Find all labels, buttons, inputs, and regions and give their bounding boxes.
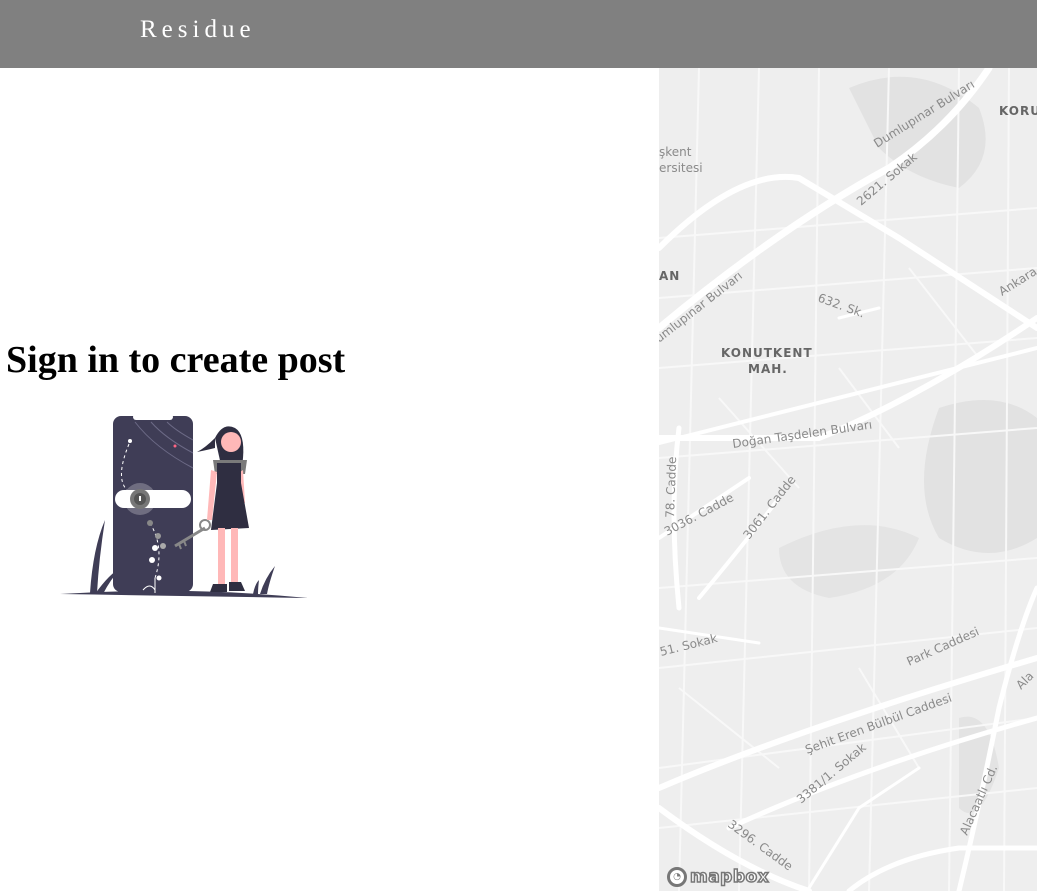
mapbox-logo-text: mapbox	[689, 866, 770, 888]
left-pane: Sign in to create post	[0, 68, 659, 891]
map-label: ersitesi	[659, 161, 703, 175]
map-view[interactable]: Dumlupınar Bulvarı KORU şkent ersitesi 2…	[659, 68, 1037, 891]
map-label: şkent	[659, 145, 692, 159]
map-label: KORU	[999, 104, 1037, 118]
map-label: KONUTKENT	[721, 346, 813, 360]
mapbox-logo-icon: ◔	[667, 867, 687, 887]
map-label: AN	[659, 269, 680, 283]
brand-logo-text[interactable]: Residue	[140, 16, 256, 44]
map-canvas[interactable]: Dumlupınar Bulvarı KORU şkent ersitesi 2…	[659, 68, 1037, 891]
page-heading: Sign in to create post	[6, 339, 346, 381]
map-label: MAH.	[748, 362, 788, 376]
mapbox-attribution[interactable]: ◔ mapbox	[667, 866, 770, 888]
sign-in-illustration	[60, 414, 308, 598]
map-label: 78. Cadde	[663, 456, 679, 518]
top-navbar: Residue	[0, 0, 1037, 68]
